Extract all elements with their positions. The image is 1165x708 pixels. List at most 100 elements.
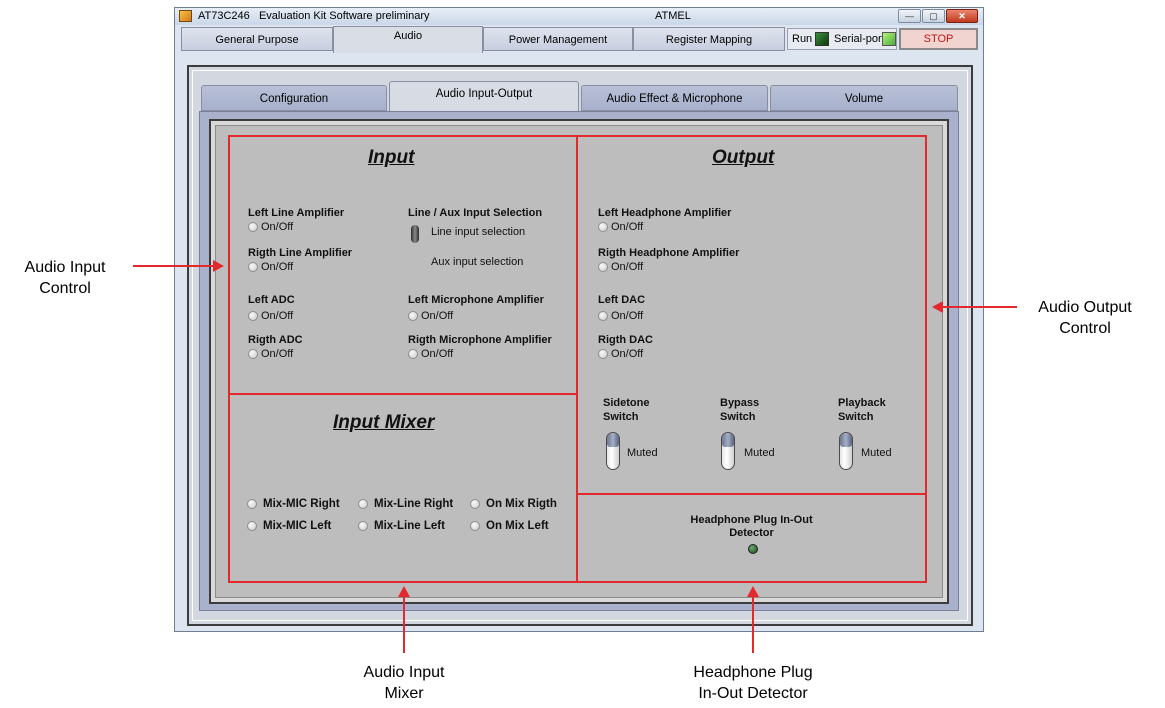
annotation-arrow-output <box>942 306 1017 308</box>
radio-label: Mix-MIC Right <box>263 498 340 510</box>
on-mix-left-radio[interactable]: On Mix Left <box>470 520 549 532</box>
tab-power-management[interactable]: Power Management <box>483 27 633 51</box>
radio-label: Mix-MIC Left <box>263 520 332 532</box>
radio-label: On/Off <box>611 348 644 360</box>
headphone-detector-label-2: Detector <box>729 527 774 539</box>
left-dac-radio[interactable]: On/Off <box>598 310 643 322</box>
serial-port-label: Serial-port <box>834 33 885 45</box>
mix-line-left-radio[interactable]: Mix-Line Left <box>358 520 445 532</box>
radio-button[interactable] <box>598 311 608 321</box>
radio-button[interactable] <box>598 222 608 232</box>
tab-configuration[interactable]: Configuration <box>201 85 387 111</box>
right-microphone-amplifier-radio[interactable]: On/Off <box>408 348 453 360</box>
input-mixer-title: Input Mixer <box>333 412 435 433</box>
radio-button[interactable] <box>408 311 418 321</box>
run-led-indicator <box>815 32 829 46</box>
sidetone-switch-state: Muted <box>627 447 658 459</box>
annotation-audio-input-mixer: Audio Input Mixer <box>329 662 479 704</box>
radio-button[interactable] <box>598 349 608 359</box>
run-label: Run <box>792 33 813 45</box>
labview-app-icon <box>179 10 192 22</box>
playback-switch-state: Muted <box>861 447 892 459</box>
tab-audio-input-output[interactable]: Audio Input-Output <box>389 81 579 113</box>
on-mix-right-radio[interactable]: On Mix Rigth <box>470 498 557 510</box>
right-dac-label: Rigth DAC <box>598 334 653 346</box>
left-adc-radio[interactable]: On/Off <box>248 310 293 322</box>
bypass-switch-state: Muted <box>744 447 775 459</box>
bypass-switch-label-1: Bypass <box>720 397 760 409</box>
maximize-button[interactable]: ▢ <box>922 9 945 23</box>
tab-register-mapping[interactable]: Register Mapping <box>633 27 785 51</box>
right-headphone-amplifier-label: Rigth Headphone Amplifier <box>598 247 740 259</box>
minimize-button[interactable]: — <box>898 9 921 23</box>
sidetone-switch-label-2: Switch <box>603 411 639 423</box>
sidetone-switch[interactable] <box>606 432 620 470</box>
mix-line-right-radio[interactable]: Mix-Line Right <box>358 498 453 510</box>
right-adc-radio[interactable]: On/Off <box>248 348 293 360</box>
title-bar: AT73C246 Evaluation Kit Software prelimi… <box>175 8 983 25</box>
right-dac-radio[interactable]: On/Off <box>598 348 643 360</box>
aux-input-selection-label: Aux input selection <box>431 256 524 268</box>
radio-button[interactable] <box>248 311 258 321</box>
radio-button[interactable] <box>247 521 257 531</box>
bypass-switch-label-2: Switch <box>720 411 756 423</box>
radio-button[interactable] <box>598 262 608 272</box>
right-line-amplifier-label: Rigth Line Amplifier <box>248 247 353 259</box>
annotation-arrow-mixer <box>403 596 405 653</box>
left-dac-label: Left DAC <box>598 294 646 306</box>
annotation-line: Control <box>39 280 91 297</box>
line-aux-selection-switch[interactable] <box>411 225 419 243</box>
annotation-headphone-detector: Headphone Plug In-Out Detector <box>653 662 853 704</box>
tab-volume[interactable]: Volume <box>770 85 958 111</box>
tab-audio[interactable]: Audio <box>333 26 483 53</box>
radio-label: On/Off <box>611 310 644 322</box>
arrowhead-right-icon <box>213 260 224 272</box>
stop-button[interactable]: STOP <box>899 28 978 50</box>
radio-label: On Mix Left <box>486 520 549 532</box>
radio-label: On/Off <box>261 348 294 360</box>
output-title: Output <box>712 147 775 168</box>
left-microphone-amplifier-radio[interactable]: On/Off <box>408 310 453 322</box>
mix-mic-right-radio[interactable]: Mix-MIC Right <box>247 498 340 510</box>
annotation-line: In-Out Detector <box>698 685 808 702</box>
right-headphone-amplifier-radio[interactable]: On/Off <box>598 261 643 273</box>
annotation-arrow-detector <box>752 596 754 653</box>
annotation-line: Mixer <box>384 685 424 702</box>
radio-label: On/Off <box>421 348 454 360</box>
radio-label: On Mix Rigth <box>486 498 557 510</box>
headphone-detector-label-1: Headphone Plug In-Out <box>690 514 813 526</box>
radio-button[interactable] <box>358 499 368 509</box>
annotation-arrow-input <box>133 265 214 267</box>
radio-button[interactable] <box>470 521 480 531</box>
playback-switch-label-2: Switch <box>838 411 874 423</box>
annotation-line: Audio Input <box>363 664 445 681</box>
tab-general-purpose[interactable]: General Purpose <box>181 27 333 51</box>
right-line-amplifier-radio[interactable]: On/Off <box>248 261 293 273</box>
radio-label: On/Off <box>611 221 644 233</box>
radio-label: On/Off <box>261 221 294 233</box>
radio-label: On/Off <box>611 261 644 273</box>
radio-button[interactable] <box>470 499 480 509</box>
annotation-line: Audio Output <box>1038 299 1132 316</box>
radio-label: On/Off <box>421 310 454 322</box>
playback-switch[interactable] <box>839 432 853 470</box>
left-line-amplifier-label: Left Line Amplifier <box>248 207 345 219</box>
radio-label: On/Off <box>261 261 294 273</box>
bypass-switch[interactable] <box>721 432 735 470</box>
radio-label: Mix-Line Left <box>374 520 445 532</box>
radio-button[interactable] <box>358 521 368 531</box>
radio-button[interactable] <box>247 499 257 509</box>
radio-label: Mix-Line Right <box>374 498 454 510</box>
close-button[interactable]: ✕ <box>946 9 978 23</box>
tab-audio-effect-microphone[interactable]: Audio Effect & Microphone <box>581 85 768 111</box>
left-line-amplifier-radio[interactable]: On/Off <box>248 221 293 233</box>
radio-button[interactable] <box>248 222 258 232</box>
left-microphone-amplifier-label: Left Microphone Amplifier <box>408 294 544 306</box>
mix-mic-left-radio[interactable]: Mix-MIC Left <box>247 520 331 532</box>
radio-button[interactable] <box>248 349 258 359</box>
line-aux-selection-label: Line / Aux Input Selection <box>408 207 543 219</box>
serial-port-led-indicator <box>882 32 896 46</box>
left-headphone-amplifier-radio[interactable]: On/Off <box>598 221 643 233</box>
radio-button[interactable] <box>248 262 258 272</box>
radio-button[interactable] <box>408 349 418 359</box>
